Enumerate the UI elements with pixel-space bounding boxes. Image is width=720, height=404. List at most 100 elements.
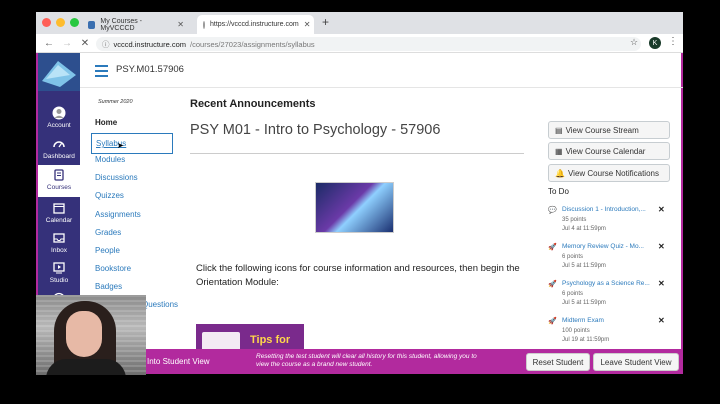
tab-my-courses[interactable]: My Courses - MyVCCCD ✕ [82, 15, 190, 34]
close-icon[interactable]: ✕ [304, 20, 311, 29]
todo-link[interactable]: Psychology as a Science Re... [562, 280, 654, 287]
account-icon [52, 106, 66, 120]
announcements-heading: Recent Announcements [190, 98, 316, 110]
course-nav-assignments[interactable]: Assignments [95, 210, 141, 219]
tips-label: Tips for [250, 334, 291, 346]
divider [190, 153, 524, 154]
address-bar-row: ← → ✕ ⓘ vcccd.instructure.com/courses/27… [36, 34, 683, 53]
url-host: vcccd.instructure.com [113, 39, 187, 49]
course-nav-discussions[interactable]: Discussions [95, 173, 138, 182]
calendar-icon [53, 203, 65, 214]
button-label: View Course Calendar [565, 146, 646, 156]
back-icon[interactable]: ← [44, 38, 54, 49]
global-nav-inbox[interactable]: Inbox [38, 228, 80, 258]
url-path: /courses/27023/assignments/syllabus [190, 39, 315, 49]
view-course-stream-button[interactable]: ▤ View Course Stream [548, 121, 670, 139]
view-course-calendar-button[interactable]: ▦ View Course Calendar [548, 142, 670, 160]
todo-link[interactable]: Midterm Exam [562, 317, 654, 324]
todo-due: Jul 5 at 11:59pm [562, 263, 606, 269]
todo-link[interactable]: Memory Review Quiz - Mo... [562, 243, 654, 250]
bookmark-star-icon[interactable]: ☆ [630, 37, 638, 48]
rocket-icon: 🚀 [548, 318, 557, 325]
dismiss-icon[interactable]: ✕ [658, 242, 665, 251]
global-nav-label: Dashboard [43, 153, 75, 160]
global-nav-label: Account [47, 122, 71, 129]
dismiss-icon[interactable]: ✕ [658, 279, 665, 288]
close-icon[interactable]: ✕ [177, 20, 184, 29]
course-nav-people[interactable]: People [95, 246, 120, 255]
rocket-icon: 🚀 [548, 281, 557, 288]
maximize-window-button[interactable] [70, 18, 79, 27]
reset-student-button[interactable]: Reset Student [526, 353, 590, 371]
profile-avatar[interactable]: K [649, 37, 661, 49]
course-nav-quizzes[interactable]: Quizzes [95, 191, 124, 200]
close-window-button[interactable] [42, 18, 51, 27]
global-nav-studio[interactable]: Studio [38, 258, 80, 288]
college-logo[interactable] [38, 53, 80, 91]
course-nav-modules[interactable]: Modules [95, 155, 125, 164]
todo-points: 100 points [562, 328, 590, 334]
todo-points: 6 points [562, 254, 584, 260]
breadcrumb[interactable]: PSY.M01.57906 [116, 64, 184, 75]
course-nav-syllabus[interactable]: Syllabus [91, 133, 173, 154]
courses-icon [54, 169, 64, 181]
course-nav-badges[interactable]: Badges [95, 282, 122, 291]
todo-due: Jul 19 at 11:59pm [562, 337, 610, 343]
minimize-window-button[interactable] [56, 18, 65, 27]
new-tab-button[interactable]: + [322, 15, 329, 29]
global-nav-label: Studio [49, 277, 69, 284]
mouse-cursor-icon: ➤ [117, 141, 124, 150]
tab-bar: My Courses - MyVCCCD ✕ https://vcccd.ins… [36, 12, 683, 34]
menu-kebab-icon[interactable]: ⋮ [668, 36, 678, 47]
url-field[interactable]: ⓘ vcccd.instructure.com/courses/27023/as… [96, 37, 641, 51]
page-title: PSY M01 - Intro to Psychology - 57906 [190, 122, 441, 138]
info-icon: ⓘ [102, 39, 110, 49]
todo-points: 35 points [562, 217, 587, 223]
todo-link[interactable]: Discussion 1 - Introduction,... [562, 206, 654, 213]
intro-text: Click the following icons for course inf… [196, 263, 520, 288]
course-header: PSY.M01.57906 [80, 53, 683, 88]
global-nav-calendar[interactable]: Calendar [38, 198, 80, 228]
rocket-icon: 🚀 [548, 244, 557, 251]
bell-icon: 🔔 [555, 168, 565, 178]
tab-label: My Courses - MyVCCCD [100, 17, 143, 32]
stream-icon: ▤ [555, 125, 563, 135]
view-course-notifications-button[interactable]: 🔔 View Course Notifications [548, 164, 670, 182]
global-nav-label: Courses [46, 184, 72, 191]
dismiss-icon[interactable]: ✕ [658, 316, 665, 325]
hamburger-menu-icon[interactable] [95, 65, 108, 80]
global-nav-account[interactable]: Account [38, 103, 80, 133]
webcam-overlay [36, 295, 146, 375]
leave-student-view-button[interactable]: Leave Student View [593, 353, 679, 371]
calendar-icon: ▦ [555, 146, 563, 156]
global-nav-courses[interactable]: Courses [38, 165, 80, 197]
term-label: Summer 2020 [98, 99, 133, 105]
student-view-label: Into Student View [147, 357, 210, 366]
todo-heading: To Do [548, 187, 569, 196]
global-nav-label: Calendar [45, 217, 73, 224]
course-nav-questions[interactable]: Questions [142, 300, 178, 309]
global-nav-dashboard[interactable]: Dashboard [38, 134, 80, 164]
todo-due: Jul 4 at 11:59pm [562, 226, 606, 232]
dismiss-icon[interactable]: ✕ [658, 205, 665, 214]
tab-label: https://vcccd.instructure.com [210, 21, 299, 28]
tab-canvas[interactable]: https://vcccd.instructure.com ✕ [197, 15, 314, 34]
forward-icon[interactable]: → [62, 38, 72, 49]
inbox-icon [53, 233, 65, 243]
course-banner-image [315, 182, 394, 233]
stop-icon[interactable]: ✕ [80, 38, 90, 49]
course-nav-bookstore[interactable]: Bookstore [95, 264, 131, 273]
discussion-icon: 💬 [548, 207, 557, 214]
favicon-icon [88, 20, 96, 29]
button-label: View Course Notifications [567, 168, 659, 178]
studio-icon [53, 262, 65, 274]
course-nav-grades[interactable]: Grades [95, 228, 121, 237]
todo-points: 6 points [562, 291, 584, 297]
button-label: View Course Stream [565, 125, 639, 135]
course-nav-home[interactable]: Home [95, 118, 117, 127]
dashboard-icon [53, 141, 65, 148]
loading-icon [203, 20, 205, 29]
student-view-message: Resetting the test student will clear al… [256, 353, 477, 368]
todo-due: Jul 5 at 11:59pm [562, 300, 606, 306]
window-controls [42, 18, 79, 27]
